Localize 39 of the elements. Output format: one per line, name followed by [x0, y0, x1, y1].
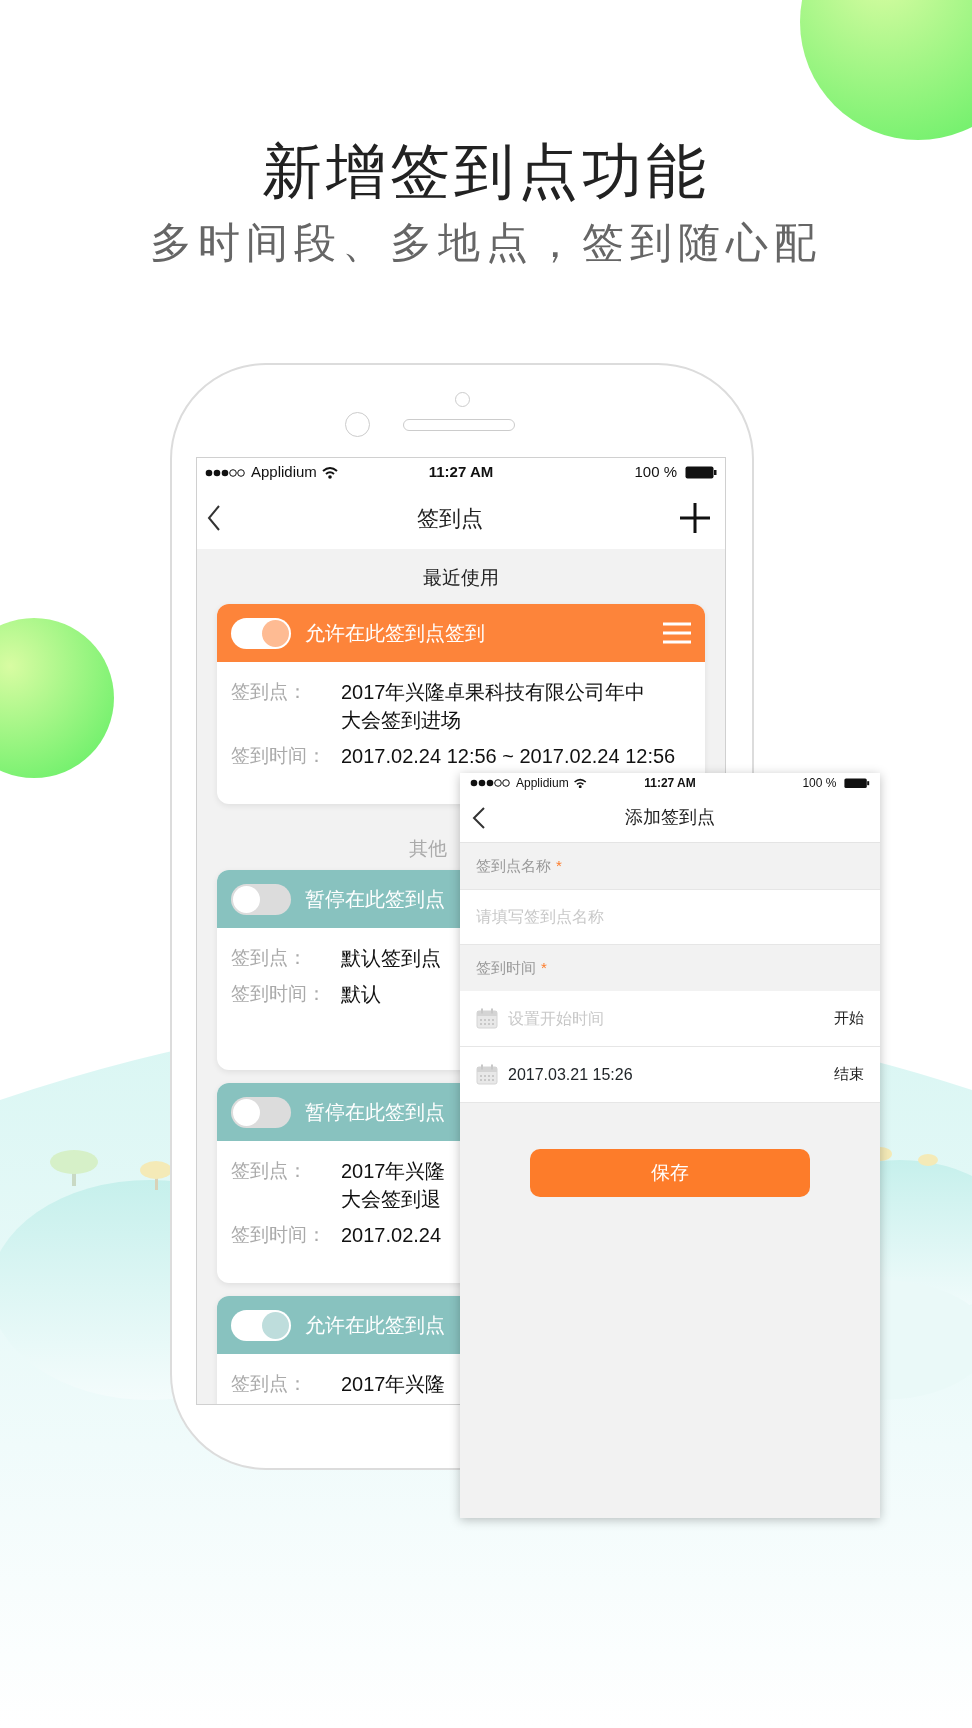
required-mark: *: [541, 957, 547, 978]
field-value: 默认: [341, 982, 381, 1007]
battery-percent: 100 %: [802, 775, 837, 792]
status-label: 暂停在此签到点: [305, 887, 445, 912]
section-title: 最近使用: [423, 566, 499, 590]
field-label: 签到时间：: [231, 744, 327, 768]
section-title: 其他: [409, 837, 447, 861]
carrier-name: Applidium: [516, 775, 569, 792]
status-time: 11:27 AM: [428, 462, 494, 483]
battery-percent: 100 %: [634, 462, 677, 483]
field-label: 签到时间: [476, 957, 536, 978]
headline: 新增签到点功能: [262, 138, 710, 206]
field-value: 大会签到退: [341, 1187, 441, 1212]
time-tag: 开始: [834, 1007, 864, 1030]
field-value: 默认签到点: [341, 946, 441, 971]
screen-title: 签到点: [417, 504, 483, 533]
time-value: 2017.03.21 15:26: [508, 1064, 634, 1085]
field-label: 签到点：: [231, 680, 308, 704]
field-value: 2017年兴隆: [341, 1159, 446, 1184]
carrier-name: Applidium: [251, 462, 317, 483]
status-time: 11:27 AM: [644, 775, 696, 792]
status-label: 允许在此签到点: [305, 1313, 445, 1338]
field-value: 2017年兴隆卓果科技有限公司年中: [341, 680, 646, 705]
time-tag: 结束: [834, 1063, 864, 1086]
status-label: 暂停在此签到点: [305, 1100, 445, 1125]
field-value: 大会签到进场: [341, 708, 461, 733]
field-label: 签到点：: [231, 1372, 308, 1396]
subheadline: 多时间段、多地点，签到随心配: [150, 218, 822, 268]
field-label: 签到时间：: [231, 982, 327, 1006]
field-label: 签到点：: [231, 946, 308, 970]
field-value: 2017.02.24: [341, 1223, 442, 1248]
status-label: 允许在此签到点签到: [305, 621, 485, 646]
field-value: 2017年兴隆: [341, 1372, 446, 1397]
field-label: 签到点：: [231, 1159, 308, 1183]
field-label: 签到点名称: [476, 855, 551, 876]
required-mark: *: [556, 855, 562, 876]
screen-title: 添加签到点: [625, 806, 715, 829]
field-label: 签到时间：: [231, 1223, 327, 1247]
field-value: 2017.02.24 12:56 ~ 2017.02.24 12:56: [341, 744, 676, 769]
